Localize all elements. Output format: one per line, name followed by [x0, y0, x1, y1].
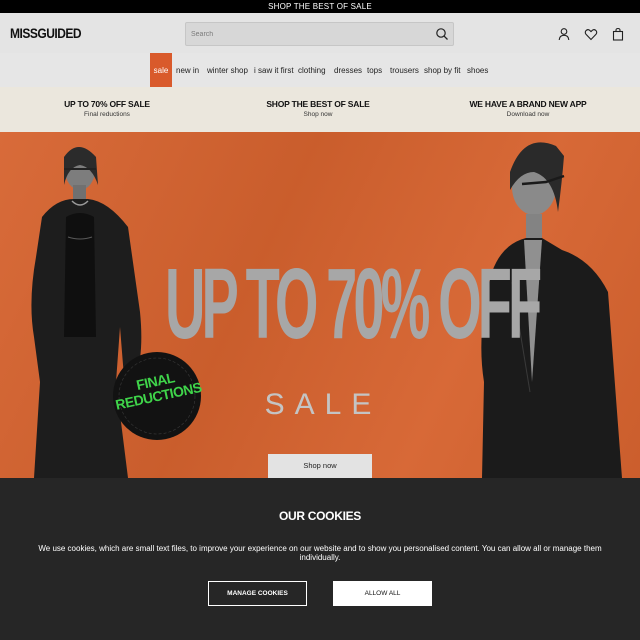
promo-title: UP TO 70% OFF SALE	[64, 99, 150, 109]
nav-item-sale[interactable]: sale	[150, 53, 172, 87]
search-input[interactable]	[186, 23, 416, 46]
main-nav: sale new in winter shop i saw it first c…	[0, 53, 640, 87]
cookie-banner: OUR COOKIES We use cookies, which are sm…	[0, 478, 640, 640]
nav-item-trousers[interactable]: trousers	[390, 53, 419, 87]
nav-item-clothing[interactable]: clothing	[298, 53, 326, 87]
promo-subtitle: Download now	[506, 111, 550, 118]
nav-item-i-saw-it-first[interactable]: i saw it first	[254, 53, 294, 87]
hero-shop-now-button[interactable]: Shop now	[268, 454, 372, 478]
final-reductions-badge: FINAL REDUCTIONS	[113, 352, 203, 440]
nav-item-tops[interactable]: tops	[367, 53, 382, 87]
manage-cookies-button[interactable]: MANAGE COOKIES	[208, 581, 307, 606]
nav-item-new-in[interactable]: new in	[176, 53, 199, 87]
promo-app-link[interactable]: WE HAVE A BRAND NEW APP Download now	[455, 87, 601, 132]
site-logo[interactable]: MISSGUIDED	[10, 25, 82, 41]
wishlist-heart-icon[interactable]	[584, 27, 598, 41]
search-icon[interactable]	[435, 27, 449, 41]
hero-subheadline: SALE	[264, 388, 382, 421]
promo-strip: UP TO 70% OFF SALE Final reductions SHOP…	[0, 87, 640, 132]
nav-item-dresses[interactable]: dresses	[334, 53, 362, 87]
cookie-title: OUR COOKIES	[278, 509, 362, 523]
bag-icon[interactable]	[611, 27, 625, 41]
promo-subtitle: Final reductions	[84, 111, 130, 118]
promo-title: SHOP THE BEST OF SALE	[266, 99, 370, 109]
promo-sale-link[interactable]: UP TO 70% OFF SALE Final reductions	[37, 87, 177, 132]
promo-title: WE HAVE A BRAND NEW APP	[469, 99, 587, 109]
nav-item-shop-by-fit[interactable]: shop by fit	[424, 53, 460, 87]
cookie-description: We use cookies, which are small text fil…	[38, 544, 602, 562]
promo-best-of-sale-link[interactable]: SHOP THE BEST OF SALE Shop now	[248, 87, 388, 132]
promo-subtitle: Shop now	[303, 111, 333, 118]
announcement-bar[interactable]: SHOP THE BEST OF SALE	[0, 0, 640, 13]
nav-item-winter-shop[interactable]: winter shop	[207, 53, 248, 87]
search-box	[185, 22, 454, 46]
site-header: MISSGUIDED	[0, 13, 640, 53]
hero-banner[interactable]: UP TO 70% OFF SALE FINAL REDUCTIONS Shop…	[0, 132, 640, 478]
allow-all-cookies-button[interactable]: ALLOW ALL	[333, 581, 432, 606]
nav-item-shoes[interactable]: shoes	[467, 53, 488, 87]
account-icon[interactable]	[557, 27, 571, 41]
